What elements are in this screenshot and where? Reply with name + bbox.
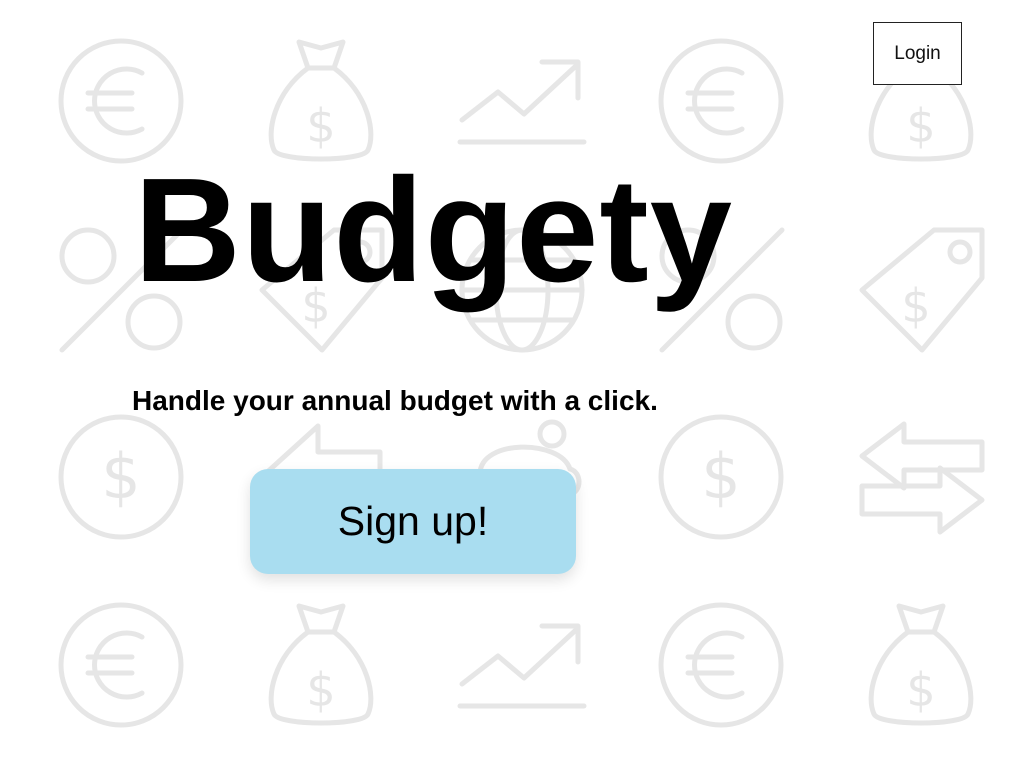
price-tag-icon: $ (859, 227, 985, 353)
euro-coin-icon (658, 602, 784, 728)
brand-title: Budgety (134, 148, 733, 313)
exchange-arrows-icon (859, 421, 985, 535)
trend-up-icon (457, 623, 587, 709)
landing-page: $ $ $ $ $ $ $ $ Login Budgety Handle you… (0, 0, 1010, 758)
svg-text:$: $ (701, 440, 740, 513)
euro-coin-icon (58, 38, 184, 164)
svg-text:$: $ (101, 440, 140, 513)
svg-text:$: $ (901, 279, 930, 333)
dollar-coin-icon: $ (58, 414, 184, 540)
svg-text:$: $ (906, 99, 935, 153)
tagline: Handle your annual budget with a click. (132, 385, 658, 416)
login-button[interactable]: Login (873, 22, 962, 85)
euro-coin-icon (658, 38, 784, 164)
euro-coin-icon (58, 602, 184, 728)
money-bag-icon: $ (268, 603, 374, 726)
svg-text:$: $ (906, 663, 935, 717)
signup-button[interactable]: Sign up! (250, 469, 576, 574)
dollar-coin-icon: $ (658, 414, 784, 540)
trend-up-icon (457, 59, 587, 145)
svg-text:$: $ (306, 99, 335, 153)
money-bag-icon: $ (868, 603, 974, 726)
background-icon-pattern: $ $ $ $ $ $ $ $ (0, 0, 1010, 758)
svg-text:$: $ (306, 663, 335, 717)
money-bag-icon: $ (268, 39, 374, 162)
